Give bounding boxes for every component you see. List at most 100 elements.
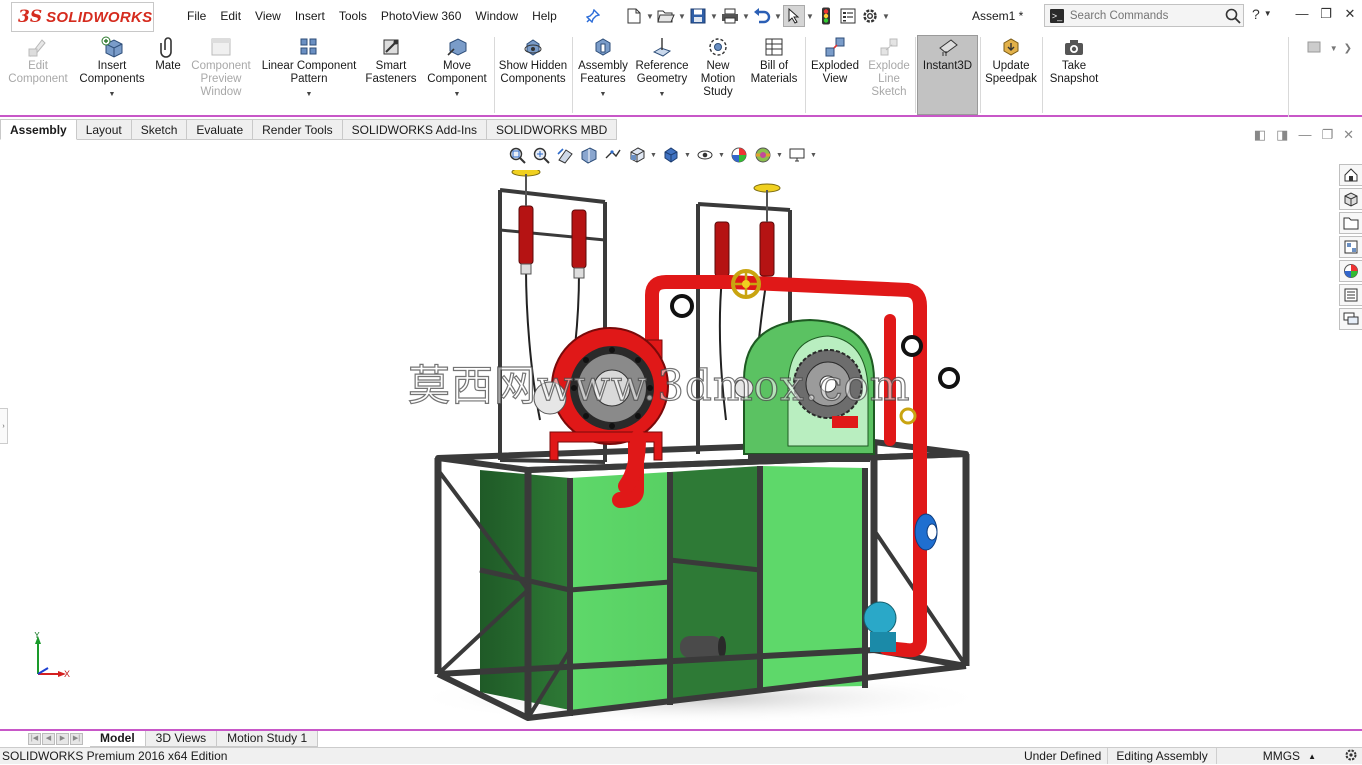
- assembly-features-dropdown-icon[interactable]: ▼: [600, 88, 607, 101]
- menu-view[interactable]: View: [248, 8, 288, 24]
- view-orientation-icon[interactable]: [626, 146, 648, 164]
- tab-motion-study-1[interactable]: Motion Study 1: [217, 731, 319, 747]
- tab-layout[interactable]: Layout: [76, 119, 132, 140]
- smart-fasteners-button[interactable]: Smart Fasteners: [364, 36, 418, 86]
- display-style-dropdown-icon[interactable]: ▼: [684, 152, 692, 159]
- open-folder-icon[interactable]: [655, 5, 677, 27]
- tab-solidworks-add-ins[interactable]: SOLIDWORKS Add-Ins: [342, 119, 487, 140]
- undo-icon[interactable]: [751, 5, 773, 27]
- insert-components-dropdown-icon[interactable]: ▼: [109, 88, 116, 101]
- appearances-scenes-icon[interactable]: [1339, 260, 1362, 282]
- help-icon[interactable]: ?: [1252, 6, 1260, 22]
- assembly-features-button[interactable]: Assembly Features ▼: [574, 36, 632, 101]
- zoom-to-area-icon[interactable]: [530, 146, 552, 164]
- bill-of-materials-button[interactable]: Bill of Materials: [746, 36, 802, 86]
- view-orientation-dropdown-icon[interactable]: ▼: [650, 152, 658, 159]
- menu-help[interactable]: Help: [525, 8, 564, 24]
- units-dropdown-icon[interactable]: ▲: [1306, 752, 1344, 761]
- save-icon[interactable]: [687, 5, 709, 27]
- solidworks-logo[interactable]: 3S SOLIDWORKS: [11, 2, 154, 32]
- menu-insert[interactable]: Insert: [288, 8, 332, 24]
- reference-geometry-button[interactable]: Reference Geometry ▼: [633, 36, 691, 101]
- search-input[interactable]: [1069, 9, 1224, 22]
- help-dropdown-icon[interactable]: ▼: [1264, 6, 1272, 22]
- prev-tab-icon[interactable]: ◀: [42, 733, 55, 745]
- rebuild-traffic-light-icon[interactable]: [815, 5, 837, 27]
- forum-chat-icon[interactable]: [1339, 308, 1362, 330]
- menu-edit[interactable]: Edit: [213, 8, 248, 24]
- ribbon-collapse-icon[interactable]: ❯: [1344, 43, 1352, 54]
- take-snapshot-button[interactable]: Take Snapshot: [1044, 36, 1104, 86]
- select-cursor-icon[interactable]: [783, 5, 805, 27]
- viewport-minimize-icon[interactable]: —: [1298, 127, 1311, 143]
- reference-geometry-dropdown-icon[interactable]: ▼: [659, 88, 666, 101]
- options-gear-icon[interactable]: [859, 5, 881, 27]
- tab-render-tools[interactable]: Render Tools: [253, 119, 343, 140]
- apply-scene-dropdown-icon[interactable]: ▼: [776, 152, 784, 159]
- menu-photoview[interactable]: PhotoView 360: [374, 8, 469, 24]
- tab-assembly[interactable]: Assembly: [0, 119, 77, 140]
- file-explorer-folder-icon[interactable]: [1339, 212, 1362, 234]
- insert-components-button[interactable]: Insert Components ▼: [76, 36, 148, 101]
- hide-show-items-icon[interactable]: [694, 146, 716, 164]
- component-preview-window-button[interactable]: Component Preview Window: [188, 36, 254, 99]
- previous-view-icon[interactable]: [554, 146, 576, 164]
- mate-button[interactable]: Mate: [152, 36, 184, 73]
- show-hidden-components-button[interactable]: Show Hidden Components: [496, 36, 570, 86]
- view-palette-icon[interactable]: [1339, 236, 1362, 258]
- linear-component-pattern-button[interactable]: Linear Component Pattern ▼: [258, 36, 360, 101]
- tab-3d-views[interactable]: 3D Views: [145, 731, 218, 747]
- exploded-view-button[interactable]: Exploded View: [807, 36, 863, 86]
- undo-dropdown-icon[interactable]: ▼: [773, 12, 783, 21]
- tab-evaluate[interactable]: Evaluate: [187, 119, 254, 140]
- search-commands-box[interactable]: >_: [1044, 4, 1244, 27]
- instant3d-button[interactable]: Instant3D: [917, 35, 978, 115]
- last-tab-icon[interactable]: ▶|: [70, 733, 83, 745]
- display-style-icon[interactable]: [660, 146, 682, 164]
- edit-appearance-icon[interactable]: [728, 146, 750, 164]
- menu-tools[interactable]: Tools: [332, 8, 374, 24]
- feature-manager-expand-handle[interactable]: ›: [0, 408, 8, 444]
- select-dropdown-icon[interactable]: ▼: [805, 12, 815, 21]
- pin-menu-icon[interactable]: [585, 8, 601, 26]
- viewport-restore-icon[interactable]: ❐: [1321, 127, 1333, 143]
- tab-model[interactable]: Model: [90, 731, 146, 747]
- close-icon[interactable]: ✕: [1338, 6, 1362, 22]
- ribbon-options-icon[interactable]: [1306, 39, 1324, 58]
- new-document-icon[interactable]: [623, 5, 645, 27]
- zoom-to-fit-icon[interactable]: [506, 146, 528, 164]
- tile-right-icon[interactable]: ◨: [1276, 127, 1288, 143]
- options-dropdown-icon[interactable]: ▼: [881, 12, 891, 21]
- move-component-dropdown-icon[interactable]: ▼: [454, 88, 461, 101]
- customize-status-gear-icon[interactable]: [1344, 748, 1362, 765]
- hide-show-dropdown-icon[interactable]: ▼: [718, 152, 726, 159]
- print-icon[interactable]: [719, 5, 741, 27]
- search-icon[interactable]: [1224, 8, 1243, 24]
- edit-component-button[interactable]: Edit Component: [6, 36, 70, 86]
- new-motion-study-button[interactable]: New Motion Study: [695, 36, 741, 99]
- first-tab-icon[interactable]: |◀: [28, 733, 41, 745]
- view-settings-dropdown-icon[interactable]: ▼: [810, 152, 818, 159]
- section-view-icon[interactable]: [578, 146, 600, 164]
- minimize-icon[interactable]: —: [1290, 6, 1314, 22]
- linear-pattern-dropdown-icon[interactable]: ▼: [306, 88, 313, 101]
- solidworks-resources-home-icon[interactable]: [1339, 164, 1362, 186]
- menu-file[interactable]: File: [180, 8, 213, 24]
- tab-solidworks-mbd[interactable]: SOLIDWORKS MBD: [487, 119, 618, 140]
- hydropower-assembly-model[interactable]: [400, 170, 990, 730]
- print-dropdown-icon[interactable]: ▼: [741, 12, 751, 21]
- design-library-icon[interactable]: [1339, 188, 1362, 210]
- explode-line-sketch-button[interactable]: Explode Line Sketch: [864, 36, 914, 99]
- unit-system[interactable]: MMGS: [1215, 748, 1306, 764]
- file-properties-icon[interactable]: [837, 5, 859, 27]
- update-speedpak-button[interactable]: Update Speedpak: [982, 36, 1040, 86]
- tab-sketch[interactable]: Sketch: [131, 119, 188, 140]
- viewport-close-icon[interactable]: ✕: [1343, 127, 1354, 143]
- open-dropdown-icon[interactable]: ▼: [677, 12, 687, 21]
- new-dropdown-icon[interactable]: ▼: [645, 12, 655, 21]
- next-tab-icon[interactable]: ▶: [56, 733, 69, 745]
- apply-scene-icon[interactable]: [752, 146, 774, 164]
- ribbon-options-dropdown-icon[interactable]: ▼: [1330, 44, 1338, 53]
- view-settings-monitor-icon[interactable]: [786, 146, 808, 164]
- restore-icon[interactable]: ❐: [1314, 6, 1338, 22]
